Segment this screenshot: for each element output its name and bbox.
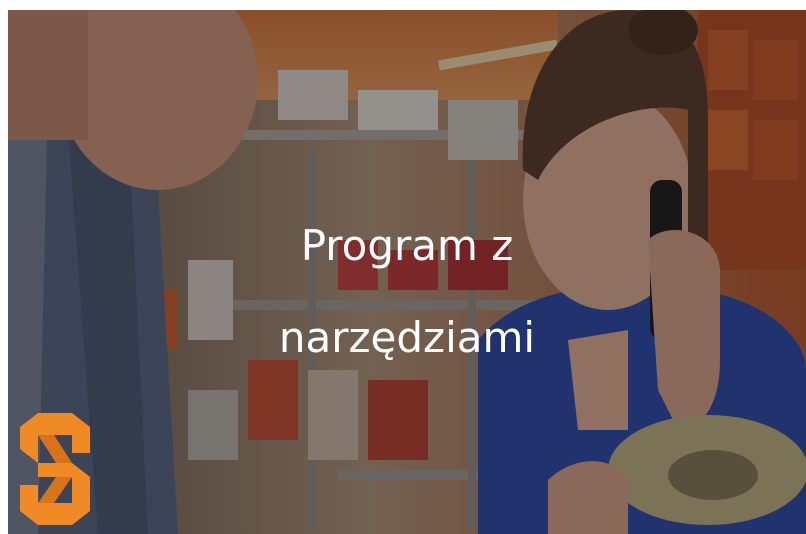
headline-line-2: narzędziami xyxy=(278,313,536,362)
hero-banner: Program z narzędziami xyxy=(8,10,806,534)
hero-headline: Program z narzędziami xyxy=(8,200,806,384)
s-logo-icon[interactable] xyxy=(20,413,90,525)
headline-line-1: Program z xyxy=(300,221,514,270)
